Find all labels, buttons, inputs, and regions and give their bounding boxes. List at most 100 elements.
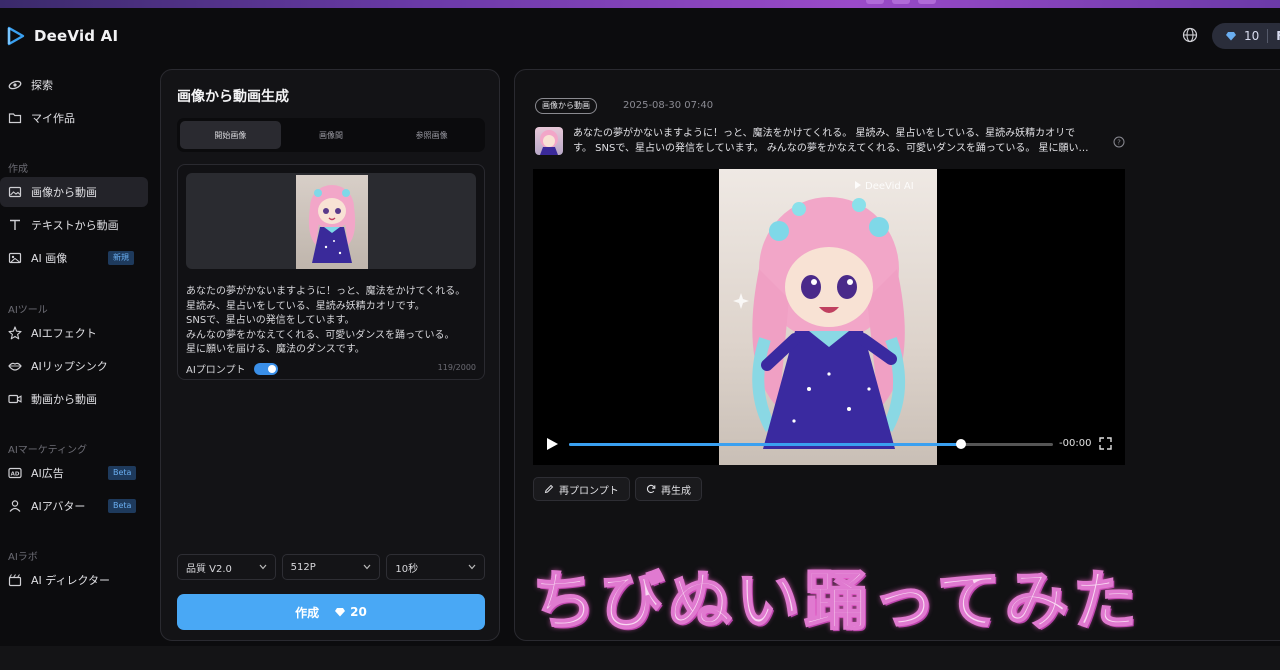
sidebar-item-my-works[interactable]: マイ作品 [0, 103, 148, 133]
prompt-line: SNSで、星占いの発信をしています。 [186, 315, 355, 326]
options-row: 品質 V2.0 512P 10秒 [177, 554, 486, 580]
explore-icon [8, 80, 22, 90]
folder-icon [8, 113, 22, 124]
beta-badge: Beta [108, 499, 137, 513]
chevron-down-icon [363, 564, 371, 570]
pencil-icon [544, 484, 554, 494]
regenerate-label: 再生成 [661, 485, 691, 497]
sidebar-item-ai-ad[interactable]: AD AI広告 Beta [0, 458, 148, 488]
ai-prompt-toggle[interactable] [253, 362, 278, 375]
chibi-doll-image [308, 185, 356, 263]
new-badge: 新規 [108, 251, 134, 265]
credits-pill[interactable]: 10 F [1212, 23, 1280, 49]
resolution-value: 512P [290, 561, 316, 573]
duration-value: 10秒 [395, 563, 419, 575]
globe-icon[interactable] [1182, 27, 1198, 43]
chevron-down-icon [468, 564, 476, 570]
section-title-create: 作成 [8, 164, 28, 175]
sidebar-item-label: AI 画像 [31, 252, 68, 265]
window-tab [866, 0, 884, 4]
panel-title: 画像から動画生成 [177, 89, 289, 105]
create-button[interactable]: 作成 20 [177, 594, 485, 630]
prompt-description: あなたの夢がかないますように！っと、魔法をかけてくれる。 星読み、星占いをしてい… [573, 126, 1103, 156]
reprompt-button[interactable]: 再プロンプト [533, 477, 630, 501]
prompt-textarea[interactable]: あなたの夢がかないますように！っと、魔法をかけてくれる。 星読み、星占いをしてい… [186, 285, 480, 358]
sidebar-item-ai-avatar[interactable]: AIアバター Beta [0, 491, 148, 521]
avatar-icon [9, 500, 21, 512]
sidebar-item-image-to-video[interactable]: 画像から動画 [0, 177, 148, 207]
browser-top-strip [0, 0, 1280, 8]
sidebar-item-explore[interactable]: 探索 [0, 70, 148, 100]
sidebar-item-text-to-video[interactable]: テキストから動画 [0, 210, 148, 240]
prompt-line: 星読み、星占いをしている、星読み妖精カオリです。 [186, 300, 425, 312]
quality-select[interactable]: 品質 V2.0 [177, 554, 276, 580]
sparkle-icon [8, 326, 22, 340]
progress-bar[interactable] [569, 439, 1053, 449]
credits-suffix: F [1276, 29, 1280, 43]
sidebar-item-video-to-video[interactable]: 動画から動画 [0, 384, 148, 414]
lips-icon [8, 362, 22, 371]
section-title-ai-tools: AIツール [8, 305, 48, 316]
sidebar-item-label: AIリップシンク [31, 360, 108, 373]
resolution-select[interactable]: 512P [281, 554, 381, 580]
sidebar-item-label: AI ディレクター [31, 574, 111, 587]
video-player[interactable]: DeeVid AI -00:00 [533, 169, 1125, 465]
sidebar-item-ai-effect[interactable]: AIエフェクト [0, 318, 148, 348]
deevid-logo-icon[interactable] [6, 26, 26, 46]
duration-select[interactable]: 10秒 [386, 554, 486, 580]
director-icon [8, 574, 22, 587]
time-remaining: -00:00 [1059, 438, 1092, 449]
window-tab [892, 0, 910, 4]
video-frame: DeeVid AI [719, 169, 937, 465]
create-cost-value: 20 [350, 605, 367, 619]
window-tab [918, 0, 936, 4]
sidebar: 探索 マイ作品 作成 画像から動画 テキストから動画 AI 画像 新規 AIツー… [0, 64, 156, 644]
uploaded-image-thumbnail[interactable] [296, 175, 368, 269]
help-icon[interactable]: ? [1113, 136, 1125, 148]
ai-prompt-label: AIプロンプト [186, 365, 246, 376]
description-line: あなたの夢がかないますように！っと、魔法をかけてくれる。 星読み、星占いをしてい… [573, 128, 1076, 139]
beta-badge: Beta [108, 466, 137, 480]
fullscreen-icon[interactable] [1099, 437, 1112, 450]
sidebar-item-ai-image[interactable]: AI 画像 新規 [0, 243, 148, 273]
sidebar-item-lip-sync[interactable]: AIリップシンク [0, 351, 148, 381]
image-icon [8, 186, 22, 198]
generation-panel: 画像から動画生成 開始画像 画像間 参照画像 あなたの夢がかないますように！っと… [160, 69, 500, 641]
mode-tabs: 開始画像 画像間 参照画像 [177, 118, 485, 152]
watermark: DeeVid AI [855, 181, 914, 192]
reprompt-label: 再プロンプト [559, 485, 619, 497]
diamond-icon [335, 608, 346, 617]
image-upload-area[interactable]: あなたの夢がかないますように！っと、魔法をかけてくれる。 星読み、星占いをしてい… [177, 164, 485, 380]
video-icon [8, 394, 22, 404]
create-label: 作成 [295, 605, 320, 620]
prompt-line: みんなの夢をかなえてくれる、可愛いダンスを踊っている。 [186, 329, 455, 341]
tab-start-image[interactable]: 開始画像 [180, 121, 281, 149]
progress-handle[interactable] [956, 439, 967, 449]
char-counter: 119/2000 [437, 363, 476, 372]
section-title-ai-marketing: AIマーケティング [8, 445, 87, 456]
sidebar-item-ai-director[interactable]: AI ディレクター [0, 565, 148, 595]
image-preview-area[interactable] [186, 173, 476, 269]
source-image-thumbnail[interactable] [535, 127, 563, 155]
sidebar-item-label: マイ作品 [31, 112, 75, 125]
refresh-icon [646, 484, 656, 494]
bottom-bar [0, 646, 1280, 670]
tab-image-to-image[interactable]: 画像間 [281, 121, 382, 149]
regenerate-button[interactable]: 再生成 [635, 477, 702, 501]
ai-prompt-row: AIプロンプト [186, 361, 278, 376]
create-cost: 20 [335, 605, 367, 619]
video-caption-overlay: ちびぬい踊ってみた [531, 564, 1141, 640]
chibi-doll-video [733, 197, 905, 449]
quality-value: 品質 V2.0 [186, 563, 232, 575]
description-line: す。 SNSで、星占いの発信をしています。 みんなの夢をかなえてくれる、可愛いダ… [573, 143, 1089, 154]
tab-reference-image[interactable]: 参照画像 [381, 121, 482, 149]
brand-name[interactable]: DeeVid AI [34, 27, 118, 45]
chibi-doll-image [540, 130, 558, 155]
play-icon[interactable] [545, 437, 559, 451]
video-controls: -00:00 [533, 431, 1125, 457]
sidebar-item-label: 探索 [31, 79, 53, 92]
ai-image-icon [8, 252, 22, 264]
app-header: DeeVid AI 10 F [0, 8, 1280, 64]
sidebar-item-label: 動画から動画 [31, 393, 97, 406]
diamond-icon [1226, 32, 1236, 41]
